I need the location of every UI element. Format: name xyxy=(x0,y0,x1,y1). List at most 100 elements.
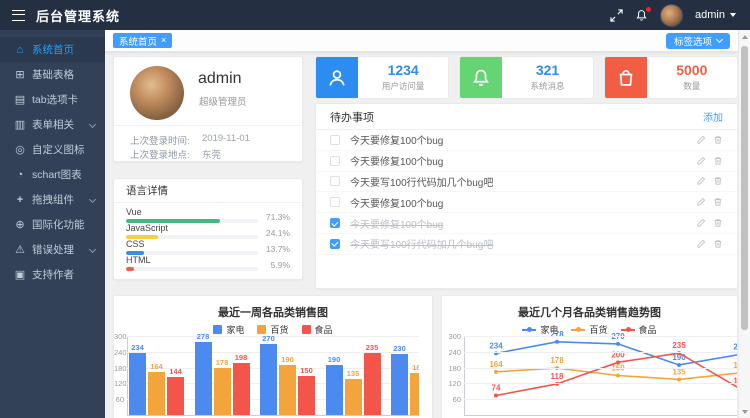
progress-percent: 13.7% xyxy=(266,244,290,254)
tag-options-button[interactable]: 标签选项 xyxy=(666,33,730,49)
sidebar-item-label: 国际化功能 xyxy=(32,217,85,232)
todo-header: 待办事项 添加 xyxy=(316,104,737,130)
sidebar-item-label: 支持作者 xyxy=(32,267,74,282)
gridline xyxy=(464,352,738,353)
sidebar-item-basic-table[interactable]: ⊞基础表格 xyxy=(0,62,105,87)
close-icon[interactable]: × xyxy=(161,36,166,45)
todo-title: 待办事项 xyxy=(330,109,374,125)
progress-percent: 5.9% xyxy=(271,260,290,270)
bar xyxy=(195,342,212,415)
edit-icon[interactable] xyxy=(696,156,706,166)
menu-toggle-icon[interactable] xyxy=(12,10,25,21)
sidebar-item-schart[interactable]: ◔schart图表 xyxy=(0,162,105,187)
y-tick-label: 180 xyxy=(114,364,124,373)
svg-text:234: 234 xyxy=(489,341,503,350)
edit-icon[interactable] xyxy=(696,135,706,145)
todo-checkbox[interactable] xyxy=(330,218,340,228)
sidebar-item-i18n[interactable]: ⊕ 国际化功能 xyxy=(0,212,105,237)
row-value: 2019-11-01 xyxy=(202,133,250,147)
user-avatar[interactable] xyxy=(660,4,683,27)
bar-value-label: 235 xyxy=(357,343,387,352)
todo-item: 今天要修复100个bug xyxy=(316,213,737,234)
sidebar-item-support[interactable]: ▣ 支持作者 xyxy=(0,262,105,287)
y-tick-label: 120 xyxy=(442,379,461,388)
user-menu[interactable]: admin xyxy=(695,9,736,21)
svg-text:135: 135 xyxy=(672,367,686,376)
todo-text: 今天要写100行代码加几个bug吧 xyxy=(350,236,493,251)
todo-checkbox[interactable] xyxy=(330,135,340,145)
todo-add-link[interactable]: 添加 xyxy=(703,109,723,124)
progress-track xyxy=(126,267,258,271)
y-tick-label: 240 xyxy=(442,348,461,357)
divider xyxy=(114,125,302,126)
y-tick-label: 300 xyxy=(442,332,461,341)
sidebar-item-drag[interactable]: +拖拽组件 xyxy=(0,187,105,212)
tabs-icon: ▤ xyxy=(13,93,27,106)
chevron-down-icon xyxy=(89,196,96,203)
todo-text: 今天要修复100个bug xyxy=(350,132,443,147)
tab-home-tag[interactable]: 系统首页 × xyxy=(113,33,172,48)
delete-icon[interactable] xyxy=(713,135,723,145)
edit-icon[interactable] xyxy=(696,239,706,249)
progress-fill xyxy=(126,219,220,223)
tag-options-label: 标签选项 xyxy=(674,34,712,48)
todo-text: 今天要修复100个bug xyxy=(350,216,443,231)
header-actions: admin xyxy=(610,4,736,27)
bar-value-label: 278 xyxy=(188,332,218,341)
todo-checkbox[interactable] xyxy=(330,239,340,249)
vertical-scrollbar xyxy=(738,30,750,418)
sidebar-item-label: 系统首页 xyxy=(32,42,74,57)
last-login-place-row: 上次登录地点: 东莞 xyxy=(130,147,290,161)
todo-text: 今天要写100行代码加几个bug吧 xyxy=(350,174,493,189)
sidebar-item-error[interactable]: ⚠错误处理 xyxy=(0,237,105,262)
notification-badge xyxy=(646,7,651,12)
scrollbar-thumb[interactable] xyxy=(741,46,748,330)
chevron-down-icon xyxy=(89,121,96,128)
sidebar-item-tabs[interactable]: ▤tab选项卡 xyxy=(0,87,105,112)
scroll-up-arrow[interactable] xyxy=(742,35,748,39)
stat-cards: 1234 用户访问量 321 系统消息 5000 数量 xyxy=(315,56,738,99)
custom-icon: ◎ xyxy=(13,143,27,156)
scroll-down-arrow[interactable] xyxy=(742,410,748,414)
fullscreen-icon[interactable] xyxy=(610,9,623,22)
gridline xyxy=(464,336,738,337)
globe-icon: ⊕ xyxy=(13,218,27,231)
weekly-sales-bar-chart-card: 最近一周各品类销售图 家电 百货 食品 23427827019023016417… xyxy=(113,295,433,418)
todo-text: 今天要修复100个bug xyxy=(350,195,443,210)
bar-value-label: 144 xyxy=(161,367,191,376)
sidebar-item-form[interactable]: ▥表单相关 xyxy=(0,112,105,137)
stat-info: 1234 用户访问量 xyxy=(358,57,448,98)
app-title: 后台管理系统 xyxy=(36,6,120,25)
sidebar-item-label: 基础表格 xyxy=(32,67,74,82)
bar xyxy=(410,373,419,415)
sidebar-item-home[interactable]: ⌂系统首页 xyxy=(0,37,105,62)
edit-icon[interactable] xyxy=(696,197,706,207)
edit-icon[interactable] xyxy=(696,176,706,186)
language-detail-card: 语言详情 Vue71.3% JavaScript24.1% CSS13.7% H… xyxy=(113,178,303,280)
progress-fill xyxy=(126,251,144,255)
y-tick-label: 240 xyxy=(114,348,124,357)
book-icon: ▣ xyxy=(13,268,27,281)
delete-icon[interactable] xyxy=(713,156,723,166)
bar-value-label: 160 xyxy=(404,363,420,372)
notifications-bell-icon[interactable] xyxy=(635,9,648,22)
tag-label: 系统首页 xyxy=(119,34,157,48)
todo-checkbox[interactable] xyxy=(330,197,340,207)
bar xyxy=(167,377,184,415)
delete-icon[interactable] xyxy=(713,197,723,207)
y-tick-label: 60 xyxy=(114,395,124,404)
caret-down-icon xyxy=(730,13,736,17)
delete-icon[interactable] xyxy=(713,176,723,186)
language-row-html: HTML5.9% xyxy=(126,256,290,272)
profile-card: admin 超级管理员 上次登录时间: 2019-11-01 上次登录地点: 东… xyxy=(113,56,303,162)
delete-icon[interactable] xyxy=(713,239,723,249)
todo-checkbox[interactable] xyxy=(330,156,340,166)
bar-plot-area: 2342782701902301641781901351601441981502… xyxy=(127,316,419,416)
progress-percent: 71.3% xyxy=(266,212,290,222)
shopping-bag-icon xyxy=(605,57,647,98)
sidebar-item-custom-icon[interactable]: ◎自定义图标 xyxy=(0,137,105,162)
todo-checkbox[interactable] xyxy=(330,176,340,186)
delete-icon[interactable] xyxy=(713,218,723,228)
edit-icon[interactable] xyxy=(696,218,706,228)
svg-text:74: 74 xyxy=(492,384,501,393)
